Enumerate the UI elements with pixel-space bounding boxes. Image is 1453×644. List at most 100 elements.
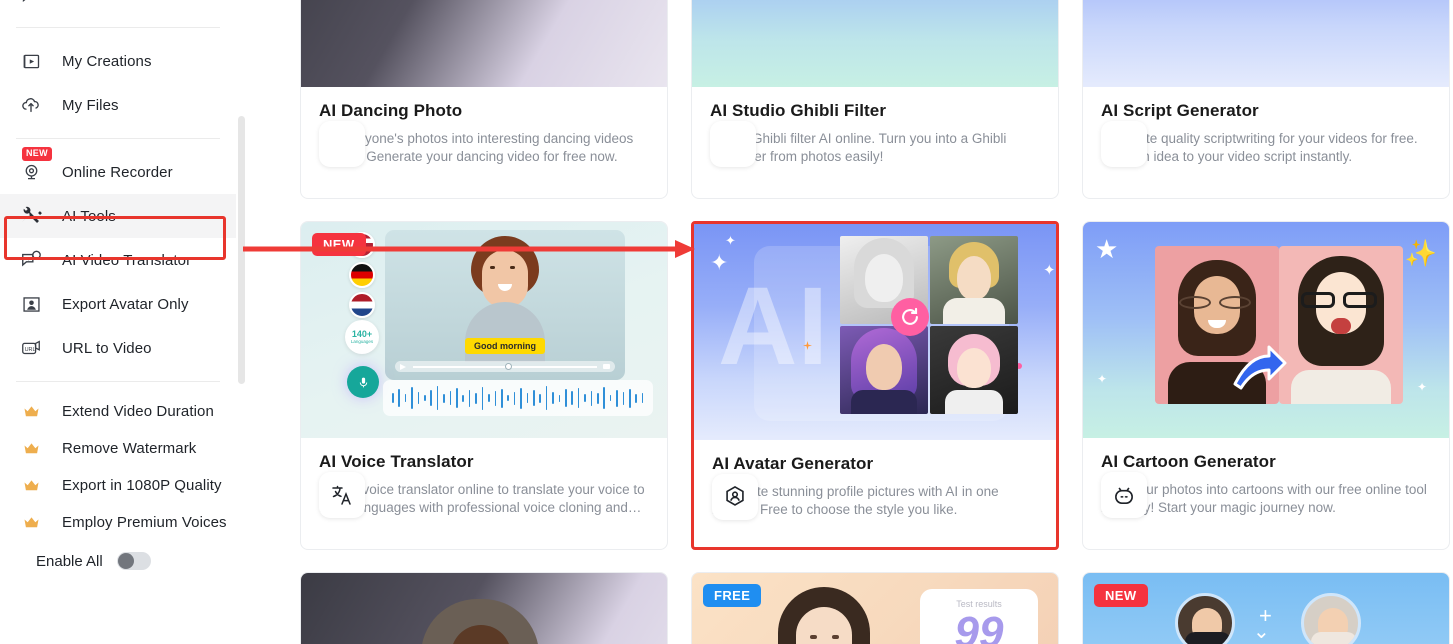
card-media: NEW + ⌄⌄ — [1083, 573, 1449, 644]
sidebar-divider-3 — [16, 381, 220, 382]
crown-icon — [18, 510, 44, 536]
tool-card-ai-studio-ghibli-filter[interactable]: AI Studio Ghibli Filter Studio Ghibli fi… — [691, 0, 1059, 199]
avatar-thumbnail — [930, 326, 1018, 414]
translate-bubble-icon — [18, 247, 44, 273]
sidebar-item-url-to-video[interactable]: URL URL to Video — [0, 326, 236, 370]
languages-count: 140+ — [351, 328, 373, 339]
cartoon-photo — [1279, 246, 1403, 404]
sidebar-group-tools: NEW Online Recorder AI Tools AI Video Tr… — [0, 147, 236, 370]
card-description: Use AI voice translator online to transl… — [319, 482, 645, 515]
sidebar-item-premium-voices[interactable]: Employ Premium Voices — [0, 504, 236, 541]
sidebar-item-label: AI Video Translator — [62, 251, 192, 269]
sidebar-item-ai-tools[interactable]: AI Tools — [0, 194, 236, 238]
wrench-screwdriver-icon — [18, 203, 44, 229]
toggle-knob — [117, 553, 134, 569]
enable-all-toggle[interactable] — [116, 552, 151, 570]
card-description: Generate quality scriptwriting for your … — [1101, 131, 1418, 164]
card-media: NEW 140+ Languages Good morning — [301, 222, 667, 438]
tool-card-ai-avatar-generator[interactable]: AI ✦ ✦ ✦ AI Avatar Generator Generate st… — [691, 221, 1059, 550]
free-badge: FREE — [703, 584, 762, 607]
audio-waveform — [383, 380, 653, 416]
card-title: AI Script Generator — [1101, 101, 1259, 120]
sidebar-item-my-files[interactable]: My Files — [0, 83, 236, 127]
sparkle-icon: ✦ — [710, 250, 729, 275]
sidebar-item-label: Online Recorder — [62, 163, 173, 181]
url-video-icon: URL — [18, 335, 44, 361]
sidebar-item-label: Export Avatar Only — [62, 295, 189, 313]
tool-card-row3-beauty[interactable]: FREE Test results 99 You look confident … — [691, 572, 1059, 644]
sidebar-item-label: Export in 1080P Quality — [62, 477, 222, 494]
main-content: AI Dancing Photo Turn anyone's photos in… — [236, 0, 1453, 644]
card-title: AI Dancing Photo — [319, 101, 463, 120]
sidebar-item-clone-voice[interactable]: Clone Voice — [0, 0, 236, 16]
new-badge: NEW — [1094, 584, 1148, 607]
card-body: AI Avatar Generator Generate stunning pr… — [694, 440, 1056, 520]
avatar-thumbnail — [930, 236, 1018, 324]
parent-avatar — [1301, 593, 1361, 644]
card-media: AI ✦ ✦ ✦ — [694, 224, 1056, 440]
crown-icon — [18, 399, 44, 425]
enable-all-label: Enable All — [36, 552, 103, 570]
tools-grid: AI Dancing Photo Turn anyone's photos in… — [300, 0, 1453, 644]
tool-card-row3-family[interactable]: NEW + ⌄⌄ — [1082, 572, 1450, 644]
svg-text:URL: URL — [25, 347, 36, 353]
card-media — [301, 0, 667, 87]
card-media: FREE Test results 99 You look confident … — [692, 573, 1058, 644]
card-media: ★ ✨ ✦ ✦ — [1083, 222, 1449, 438]
app-root: Clone Voice My Creations — [0, 0, 1453, 644]
card-body: AI Script Generator Generate quality scr… — [1083, 87, 1449, 167]
enable-all-row: Enable All — [0, 541, 236, 581]
video-caption: Good morning — [465, 338, 545, 354]
magic-wand-icon: ✨ — [1404, 238, 1437, 268]
tool-card-ai-cartoon-generator[interactable]: ★ ✨ ✦ ✦ AI Cartoon Generator Turn your p… — [1082, 221, 1450, 550]
sidebar: Clone Voice My Creations — [0, 0, 236, 644]
hexagon-person-icon — [712, 474, 758, 520]
card-title: AI Cartoon Generator — [1101, 452, 1276, 471]
sidebar-item-label: URL to Video — [62, 339, 152, 357]
card-description: Studio Ghibli filter AI online. Turn you… — [710, 131, 1007, 164]
avatar-frame-icon — [18, 291, 44, 317]
sidebar-scrollbar[interactable] — [238, 116, 245, 384]
refresh-icon — [891, 298, 929, 336]
card-description: Turn anyone's photos into interesting da… — [319, 131, 634, 164]
sidebar-item-label: My Files — [62, 96, 119, 114]
video-progress-bar — [395, 361, 615, 372]
speech-bubble-icon — [18, 0, 44, 7]
ai-letters: AI — [718, 265, 828, 388]
card-body: AI Cartoon Generator Turn your photos in… — [1083, 438, 1449, 518]
flag-nl-icon — [349, 292, 375, 318]
sidebar-item-my-creations[interactable]: My Creations — [0, 39, 236, 83]
tool-card-ai-voice-translator[interactable]: NEW 140+ Languages Good morning AI Voice… — [300, 221, 668, 550]
sidebar-divider-1 — [16, 27, 220, 28]
sparkle-icon: ✦ — [1416, 380, 1427, 394]
tool-card-row3-singer[interactable] — [300, 572, 668, 644]
languages-label: Languages — [350, 338, 374, 344]
blue-arrow-icon — [1231, 344, 1287, 390]
video-frame-icon — [18, 48, 44, 74]
star-icon: ★ — [1095, 234, 1119, 264]
card-title: AI Voice Translator — [319, 452, 474, 471]
card-title: AI Avatar Generator — [712, 454, 874, 473]
test-results-panel: Test results 99 You look confident ❤ ♛ — [920, 589, 1038, 644]
tool-card-ai-dancing-photo[interactable]: AI Dancing Photo Turn anyone's photos in… — [300, 0, 668, 199]
crown-icon — [18, 473, 44, 499]
cloud-upload-icon — [18, 92, 44, 118]
sidebar-item-export-1080p[interactable]: Export in 1080P Quality — [0, 467, 236, 504]
microphone-icon — [347, 366, 379, 398]
tool-icon — [1101, 121, 1147, 167]
sidebar-item-extend-video-duration[interactable]: Extend Video Duration — [0, 393, 236, 430]
sidebar-new-badge: NEW — [22, 147, 52, 161]
parent-avatar — [1175, 593, 1235, 644]
sidebar-item-ai-video-translator[interactable]: AI Video Translator — [0, 238, 236, 282]
tool-card-ai-script-generator[interactable]: AI Script Generator Generate quality scr… — [1082, 0, 1450, 199]
sidebar-item-export-avatar-only[interactable]: Export Avatar Only — [0, 282, 236, 326]
crown-icon — [18, 436, 44, 462]
flag-de-icon — [349, 262, 375, 288]
sidebar-item-online-recorder[interactable]: NEW Online Recorder — [0, 147, 236, 194]
card-title: AI Studio Ghibli Filter — [710, 101, 887, 120]
card-media — [301, 573, 667, 644]
card-body: AI Studio Ghibli Filter Studio Ghibli fi… — [692, 87, 1058, 167]
sidebar-item-remove-watermark[interactable]: Remove Watermark — [0, 430, 236, 467]
languages-count-badge: 140+ Languages — [345, 320, 379, 354]
score-value: 99 — [954, 608, 1004, 644]
